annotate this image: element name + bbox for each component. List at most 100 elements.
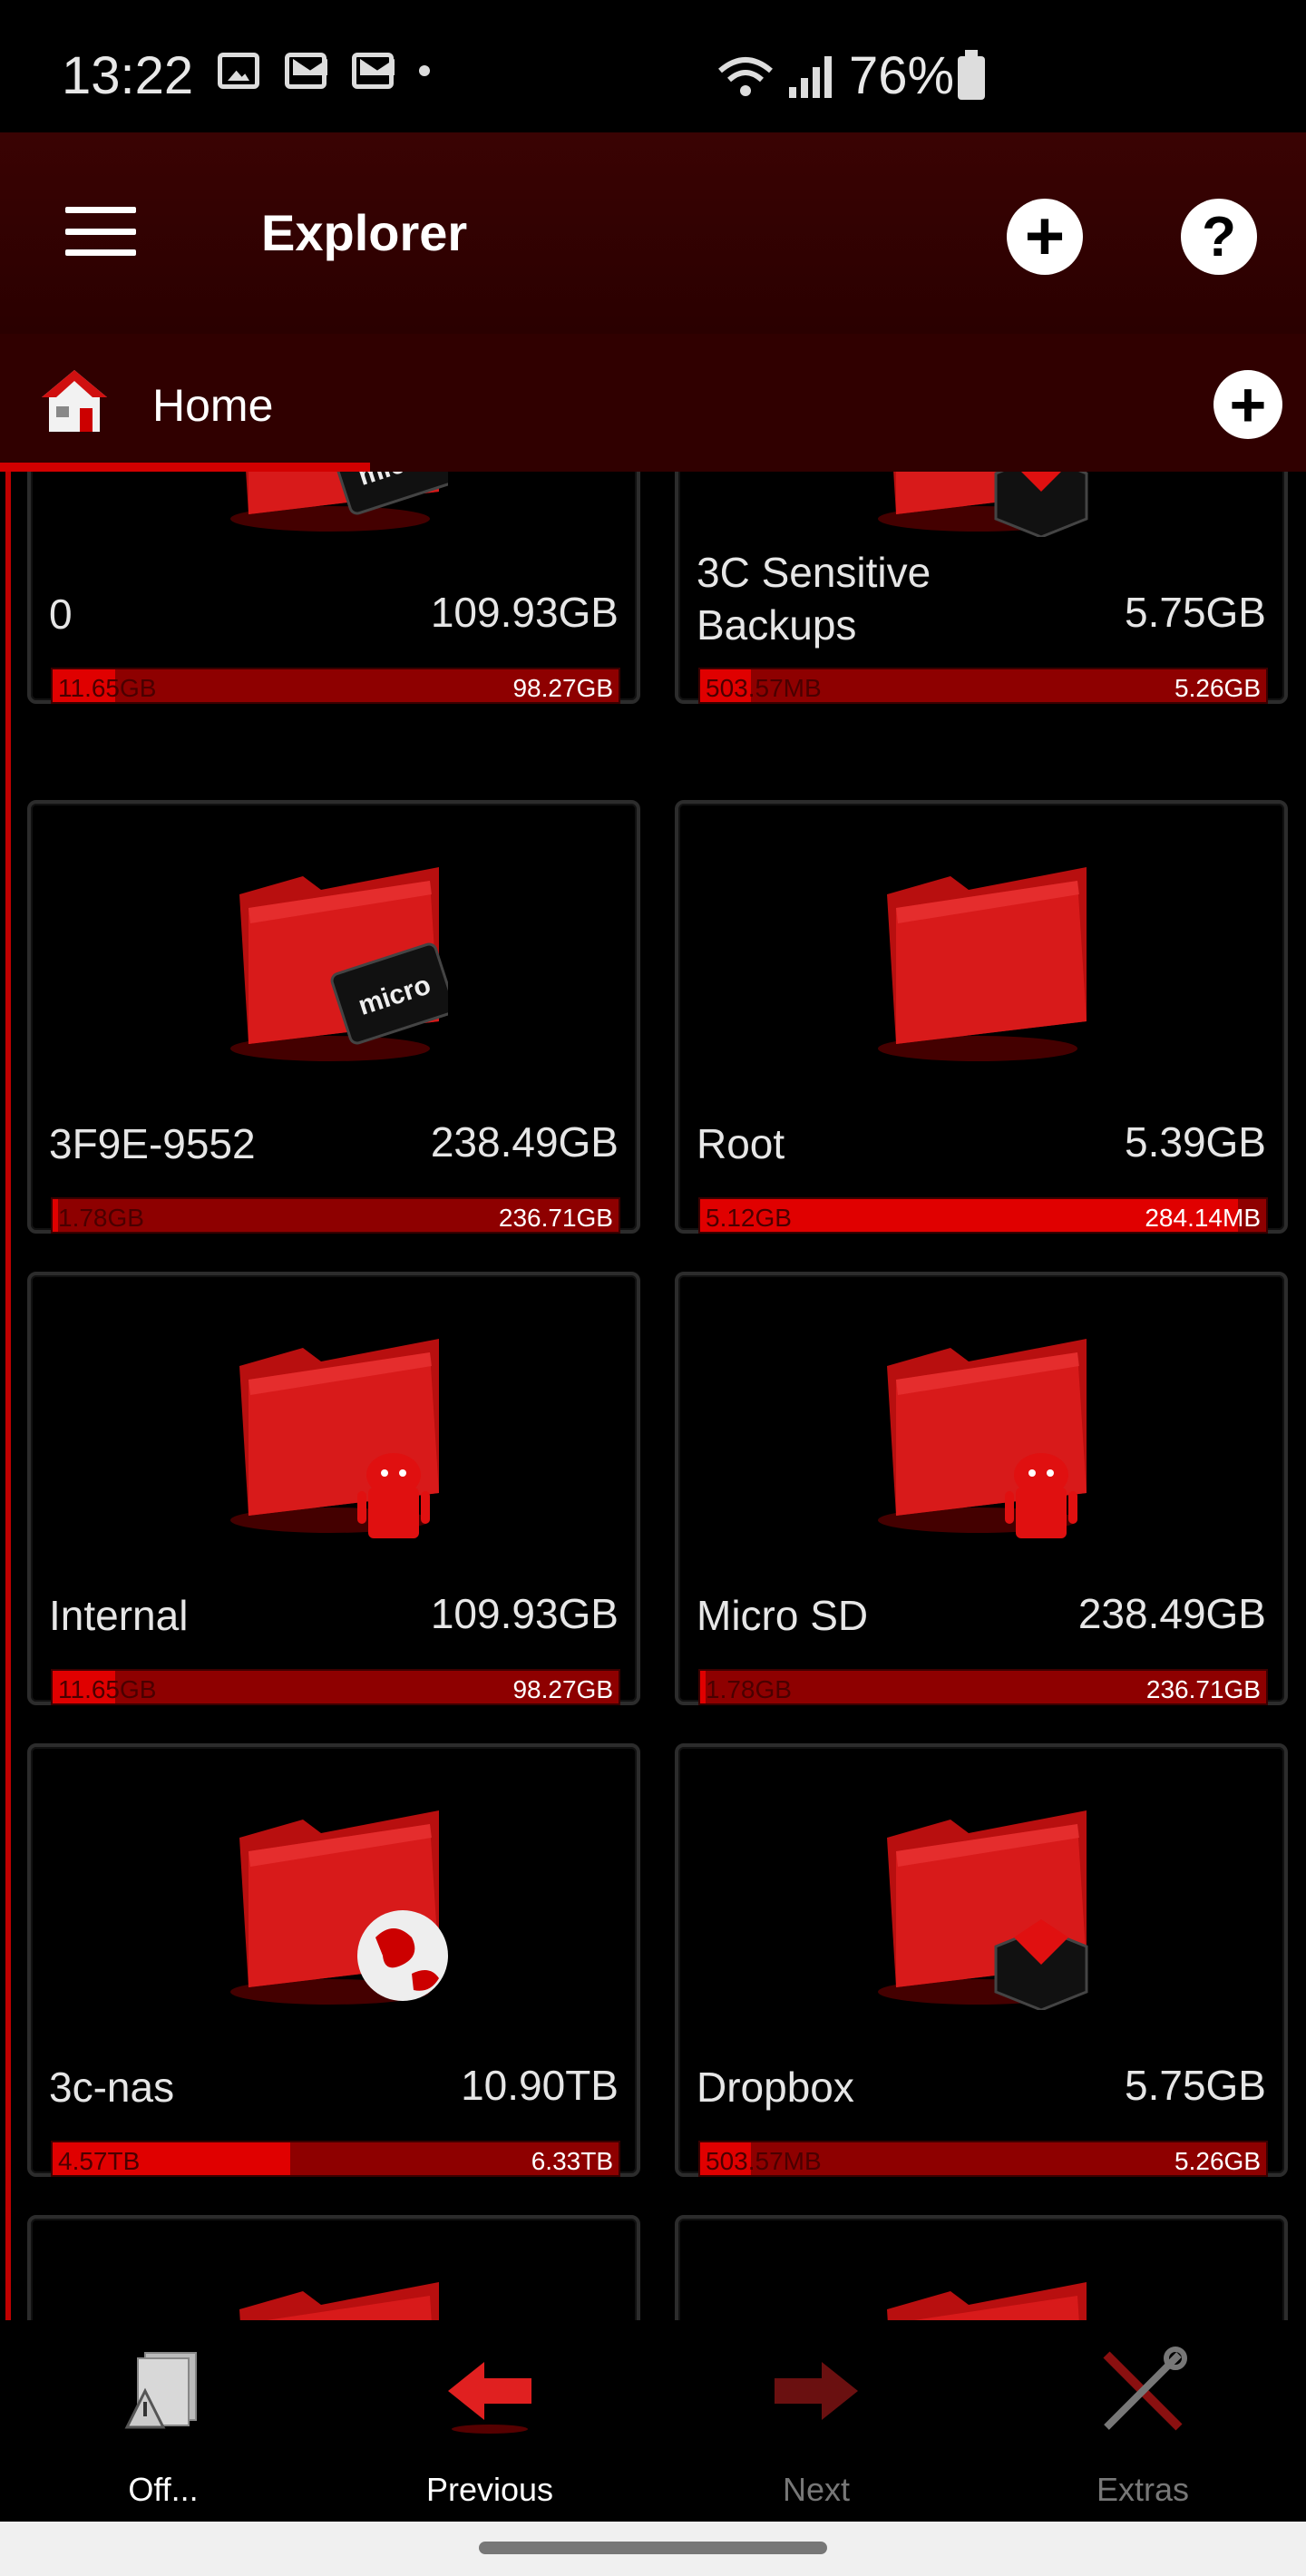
tab-indicator (0, 463, 370, 472)
folder-icon (878, 1339, 1087, 1538)
storage-used: 11.65GB (58, 1675, 157, 1703)
battery-icon (958, 50, 985, 100)
storage-free: 236.71GB (1145, 1675, 1261, 1703)
status-time: 13:22 (62, 46, 194, 105)
storage-total: 238.49GB (430, 1118, 619, 1166)
nav-extras-button[interactable]: Extras (980, 2320, 1306, 2522)
arrow-left-icon (448, 2362, 531, 2434)
storage-card[interactable]: micro 0 109.93GB 11.65GB 98.27GB (27, 472, 640, 704)
plus-icon: + (1229, 369, 1267, 440)
storage-used: 11.65GB (58, 674, 157, 702)
storage-total: 5.75GB (1125, 589, 1266, 636)
storage-usage-bar: 1.78GB 236.71GB (51, 1197, 620, 1234)
folder-icon (887, 2282, 1087, 2320)
home-gesture-handle[interactable] (479, 2542, 827, 2554)
storage-name: Internal (49, 1592, 189, 1639)
storage-total: 109.93GB (430, 1590, 619, 1637)
storage-name: 3F9E-9552 (49, 1120, 256, 1167)
storage-used: 5.12GB (706, 1204, 792, 1232)
notification-icons (218, 53, 430, 89)
folder-icon (230, 1810, 448, 2005)
wifi-icon (716, 54, 775, 98)
storage-card[interactable]: Micro SD 238.49GB 1.78GB 236.71GB (675, 1272, 1288, 1705)
tab-bar: Home + (0, 334, 1306, 472)
storage-free: 6.33TB (531, 2147, 613, 2175)
storage-card[interactable]: Root 5.39GB 5.12GB 284.14MB (675, 800, 1288, 1234)
storage-free: 236.71GB (498, 1204, 613, 1232)
storage-usage-bar: 11.65GB 98.27GB (51, 1669, 620, 1705)
plus-icon: + (1024, 198, 1066, 275)
gmail-notification-icon (285, 53, 326, 89)
storage-used: 4.57TB (58, 2147, 141, 2175)
storage-card-partial[interactable] (27, 2215, 640, 2320)
storage-card[interactable]: Internal 109.93GB 11.65GB 98.27GB (27, 1272, 640, 1705)
nav-next-button[interactable]: Next (653, 2320, 980, 2522)
storage-used: 1.78GB (58, 1204, 144, 1232)
storage-used: 503.57MB (706, 674, 822, 702)
storage-usage-bar: 5.12GB 284.14MB (698, 1197, 1268, 1234)
bottom-nav: Off... Previous Next Extras (0, 2320, 1306, 2522)
tab-title: Home (152, 380, 274, 431)
add-button[interactable]: + (1007, 199, 1083, 275)
nav-previous-button[interactable]: Previous (326, 2320, 653, 2522)
add-tab-button[interactable]: + (1213, 370, 1282, 439)
storage-free: 98.27GB (512, 1675, 613, 1703)
storage-used: 503.57MB (706, 2147, 822, 2175)
house-icon (42, 370, 107, 432)
storage-free: 284.14MB (1145, 1204, 1261, 1232)
status-bar: 13:22 76% (0, 0, 1306, 132)
arrow-right-icon (775, 2362, 858, 2420)
folder-icon (878, 1810, 1088, 2010)
tools-icon (1103, 2347, 1187, 2431)
app-title: Explorer (261, 204, 468, 261)
folder-icon (239, 2282, 439, 2320)
storage-card[interactable]: micro 3F9E-9552 238.49GB 1.78GB 236.71GB (27, 800, 640, 1234)
folder-icon (878, 867, 1087, 1061)
storage-usage-bar: 11.65GB 98.27GB (51, 668, 620, 704)
storage-total: 5.75GB (1125, 2062, 1266, 2109)
storage-usage-bar: 503.57MB 5.26GB (698, 668, 1268, 704)
nav-offline-button[interactable]: Off... (0, 2320, 326, 2522)
storage-grid: micro 0 109.93GB 11.65GB 98.27GB 3C Sensitive… (0, 472, 1306, 2320)
storage-name: 0 (49, 590, 73, 638)
file-warning-icon (124, 2352, 197, 2429)
menu-icon[interactable] (65, 207, 136, 256)
storage-name: Micro SD (697, 1592, 869, 1639)
storage-name: Dropbox (697, 2064, 854, 2111)
storage-usage-bar: 1.78GB 236.71GB (698, 1669, 1268, 1705)
nav-label: Extras (1096, 2471, 1190, 2508)
nav-label: Off... (128, 2471, 199, 2508)
storage-card[interactable]: 3c-nas 10.90TB 4.57TB 6.33TB (27, 1743, 640, 2177)
left-accent-bar (5, 472, 11, 2320)
gesture-bar (0, 2522, 1306, 2576)
help-button[interactable]: ? (1181, 199, 1257, 275)
folder-icon: micro (230, 472, 448, 532)
gallery-notification-icon (218, 53, 259, 89)
storage-free: 5.26GB (1174, 674, 1261, 702)
question-icon: ? (1202, 205, 1236, 268)
battery-percent: 76% (849, 46, 955, 105)
storage-name: 3c-nas (49, 2064, 175, 2111)
storage-free: 5.26GB (1174, 2147, 1261, 2175)
more-notifications-dot-icon (419, 65, 430, 76)
storage-total: 109.93GB (430, 589, 619, 636)
storage-usage-bar: 4.57TB 6.33TB (51, 2141, 620, 2177)
folder-icon (878, 472, 1088, 537)
storage-name: 3C Sensitive Backups (697, 549, 931, 649)
signal-icon (789, 54, 832, 98)
nav-label: Previous (425, 2471, 554, 2508)
storage-card[interactable]: Dropbox 5.75GB 503.57MB 5.26GB (675, 1743, 1288, 2177)
storage-card-partial[interactable] (675, 2215, 1288, 2320)
app-bar: Explorer + ? (0, 132, 1306, 334)
storage-free: 98.27GB (512, 674, 613, 702)
gmail-notification-icon-2 (352, 53, 394, 89)
storage-usage-bar: 503.57MB 5.26GB (698, 2141, 1268, 2177)
storage-total: 238.49GB (1077, 1590, 1266, 1637)
storage-card[interactable]: 3C Sensitive Backups 5.75GB 503.57MB 5.26GB (675, 472, 1288, 704)
storage-total: 10.90TB (461, 2062, 619, 2109)
folder-icon: micro (230, 867, 448, 1061)
storage-used: 1.78GB (706, 1675, 792, 1703)
tab-home[interactable]: Home (0, 334, 370, 472)
folder-icon (230, 1339, 439, 1538)
nav-label: Next (782, 2471, 851, 2508)
